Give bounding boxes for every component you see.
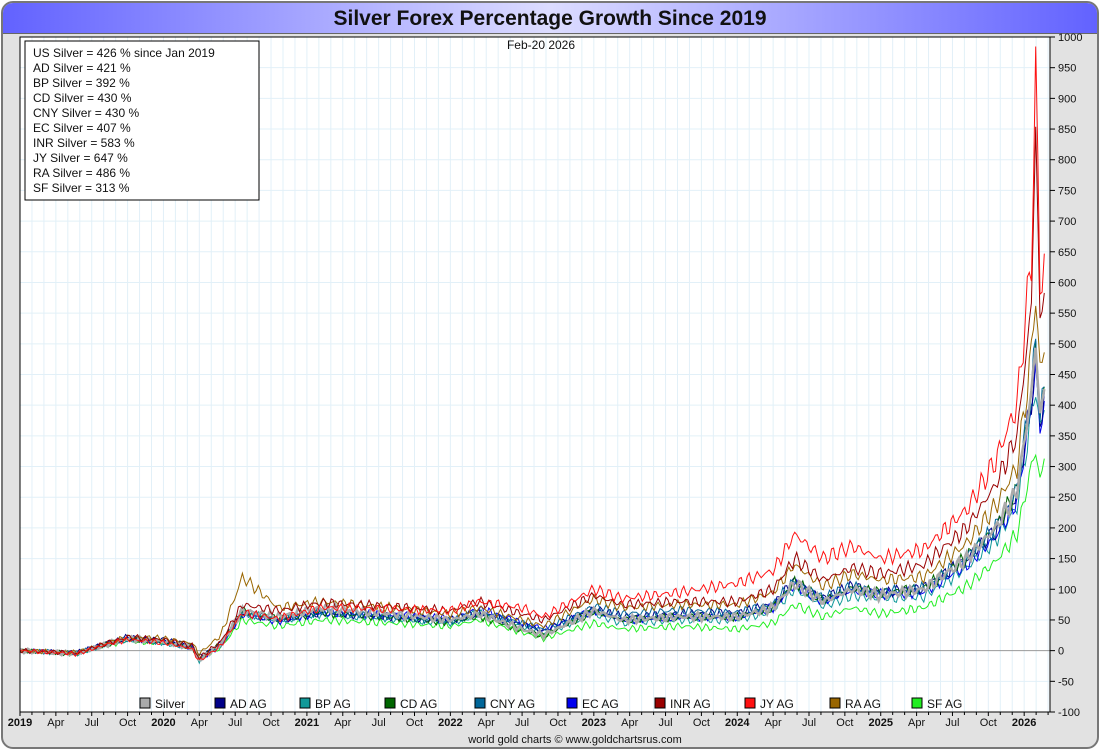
y-tick-label: 300 <box>1058 462 1076 474</box>
x-tick-label: Jul <box>945 717 959 729</box>
info-box-line: AD Silver = 421 % <box>33 61 131 75</box>
y-tick-label: 150 <box>1058 554 1076 566</box>
info-box-line: US Silver = 426 % since Jan 2019 <box>33 46 215 60</box>
y-tick-label: 400 <box>1058 400 1076 412</box>
legend-label: CNY AG <box>490 697 535 711</box>
x-tick-label: 2019 <box>8 717 32 729</box>
x-tick-label: 2024 <box>725 717 750 729</box>
y-tick-label: -50 <box>1058 676 1074 688</box>
x-tick-label: Oct <box>693 717 710 729</box>
legend-label: RA AG <box>845 697 881 711</box>
y-tick-label: 650 <box>1058 247 1076 259</box>
y-tick-label: 900 <box>1058 93 1076 105</box>
legend-swatch-silver <box>139 697 151 709</box>
y-tick-label: 1000 <box>1058 32 1082 44</box>
x-tick-label: Apr <box>621 717 638 729</box>
x-tick-label: Jul <box>515 717 529 729</box>
y-tick-label: 550 <box>1058 308 1076 320</box>
legend-label: SF AG <box>927 697 962 711</box>
x-tick-label: 2025 <box>868 717 892 729</box>
info-box-line: RA Silver = 486 % <box>33 166 130 180</box>
x-tick-label: Jul <box>85 717 99 729</box>
x-tick-label: Jul <box>228 717 242 729</box>
x-tick-label: Apr <box>478 717 495 729</box>
legend-label: EC AG <box>582 697 619 711</box>
legend-swatch-jy-ag <box>744 697 756 709</box>
legend-swatch-ec-ag <box>566 697 578 709</box>
y-tick-label: 600 <box>1058 277 1076 289</box>
x-tick-label: Oct <box>119 717 136 729</box>
footer-credit: world gold charts © www.goldchartsrus.co… <box>467 734 682 746</box>
legend-swatch-inr-ag <box>654 697 666 709</box>
legend-swatch-cd-ag <box>384 697 396 709</box>
y-tick-label: 500 <box>1058 339 1076 351</box>
legend-label: AD AG <box>230 697 267 711</box>
y-tick-label: 800 <box>1058 155 1076 167</box>
y-tick-label: 700 <box>1058 216 1076 228</box>
x-tick-label: Apr <box>908 717 925 729</box>
x-tick-label: Oct <box>836 717 853 729</box>
info-box-line: BP Silver = 392 % <box>33 76 130 90</box>
y-tick-label: 50 <box>1058 615 1070 627</box>
x-tick-label: Oct <box>262 717 279 729</box>
x-tick-label: 2020 <box>151 717 175 729</box>
legend-swatch-ra-ag <box>829 697 841 709</box>
x-tick-label: Oct <box>980 717 997 729</box>
x-tick-label: Oct <box>406 717 423 729</box>
y-tick-label: 0 <box>1058 646 1064 658</box>
info-box-line: CNY Silver = 430 % <box>33 106 139 120</box>
x-tick-label: Jul <box>802 717 816 729</box>
y-tick-label: 450 <box>1058 370 1076 382</box>
y-tick-label: 250 <box>1058 492 1076 504</box>
x-tick-label: Jul <box>659 717 673 729</box>
date-label: Feb-20 2026 <box>507 38 575 52</box>
legend-swatch-cny-ag <box>474 697 486 709</box>
legend-label: Silver <box>155 697 185 711</box>
x-tick-label: Apr <box>191 717 208 729</box>
x-tick-label: Oct <box>549 717 566 729</box>
info-box-line: SF Silver = 313 % <box>33 181 130 195</box>
x-tick-label: 2022 <box>438 717 462 729</box>
legend-swatch-ad-ag <box>214 697 226 709</box>
y-tick-label: 950 <box>1058 63 1076 75</box>
x-tick-label: Jul <box>372 717 386 729</box>
info-box-line: JY Silver = 647 % <box>33 151 128 165</box>
legend-label: INR AG <box>670 697 711 711</box>
info-box-line: EC Silver = 407 % <box>33 121 131 135</box>
x-tick-label: Apr <box>47 717 64 729</box>
y-tick-label: 200 <box>1058 523 1076 535</box>
y-tick-label: 350 <box>1058 431 1076 443</box>
x-tick-label: 2021 <box>295 717 319 729</box>
y-tick-label: 750 <box>1058 185 1076 197</box>
chart-svg: -100 -50 0 50 100 150 200 250 300 350 400 450 500 550… <box>8 32 1083 746</box>
legend-label: JY AG <box>760 697 794 711</box>
y-tick-label: -100 <box>1058 707 1080 719</box>
x-tick-label: Apr <box>765 717 782 729</box>
x-tick-label: Apr <box>334 717 351 729</box>
x-tick-label: 2026 <box>1012 717 1036 729</box>
legend-label: CD AG <box>400 697 437 711</box>
info-box-line: INR Silver = 583 % <box>33 136 135 150</box>
legend-label: BP AG <box>315 697 351 711</box>
info-box-line: CD Silver = 430 % <box>33 91 132 105</box>
y-tick-label: 100 <box>1058 584 1076 596</box>
legend-swatch-bp-ag <box>299 697 311 709</box>
x-tick-label: 2023 <box>582 717 606 729</box>
y-tick-label: 850 <box>1058 124 1076 136</box>
legend-swatch-sf-ag <box>911 697 923 709</box>
